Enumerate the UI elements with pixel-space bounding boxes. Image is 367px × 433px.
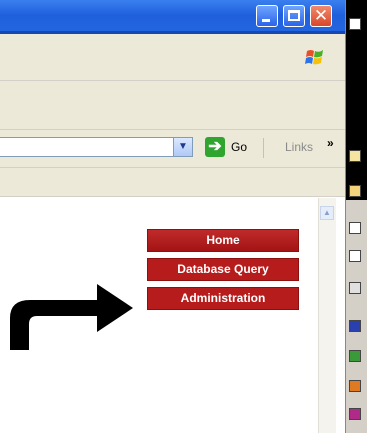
menu-bar xyxy=(0,34,345,81)
maximize-icon xyxy=(288,10,300,21)
side-dark-area xyxy=(346,0,367,200)
side-icon xyxy=(349,18,361,30)
maximize-button[interactable] xyxy=(283,5,305,27)
side-icon xyxy=(349,282,361,294)
address-dropdown-button[interactable]: ▼ xyxy=(173,137,193,157)
nav-menu: Home Database Query Administration xyxy=(147,229,299,316)
go-label[interactable]: Go xyxy=(231,140,247,154)
minimize-icon xyxy=(262,19,270,22)
close-button[interactable]: ✕ xyxy=(310,5,332,27)
minimize-button[interactable] xyxy=(256,5,278,27)
chevron-up-icon: ▲ xyxy=(323,208,331,217)
scroll-up-button[interactable]: ▲ xyxy=(320,206,334,220)
windows-logo-icon xyxy=(305,50,323,65)
toolbar-strip xyxy=(0,168,345,197)
side-window-edge xyxy=(345,0,367,433)
side-icon xyxy=(349,250,361,262)
browser-toolbar xyxy=(0,81,345,130)
double-chevron-right-icon[interactable]: » xyxy=(327,136,334,150)
toolbar-separator xyxy=(263,138,264,158)
address-input[interactable] xyxy=(0,137,178,157)
nav-administration-button[interactable]: Administration xyxy=(147,287,299,310)
curved-arrow-icon xyxy=(10,284,133,350)
go-button[interactable]: ➔ xyxy=(205,137,225,157)
vertical-scrollbar[interactable] xyxy=(318,198,336,433)
address-bar: ▼ ➔ Go Links » xyxy=(0,130,345,168)
arrow-right-icon: ➔ xyxy=(208,138,222,155)
side-icon xyxy=(349,222,361,234)
side-icon xyxy=(349,350,361,362)
side-icon xyxy=(349,320,361,332)
nav-home-button[interactable]: Home xyxy=(147,229,299,252)
side-icon xyxy=(349,380,361,392)
side-icon xyxy=(349,150,361,162)
close-icon: ✕ xyxy=(313,6,329,26)
chevron-down-icon: ▼ xyxy=(178,141,188,152)
links-label[interactable]: Links xyxy=(285,140,313,154)
window-titlebar: ✕ xyxy=(0,0,345,34)
side-icon xyxy=(349,408,361,420)
side-icon xyxy=(349,185,361,197)
nav-database-query-button[interactable]: Database Query xyxy=(147,258,299,281)
